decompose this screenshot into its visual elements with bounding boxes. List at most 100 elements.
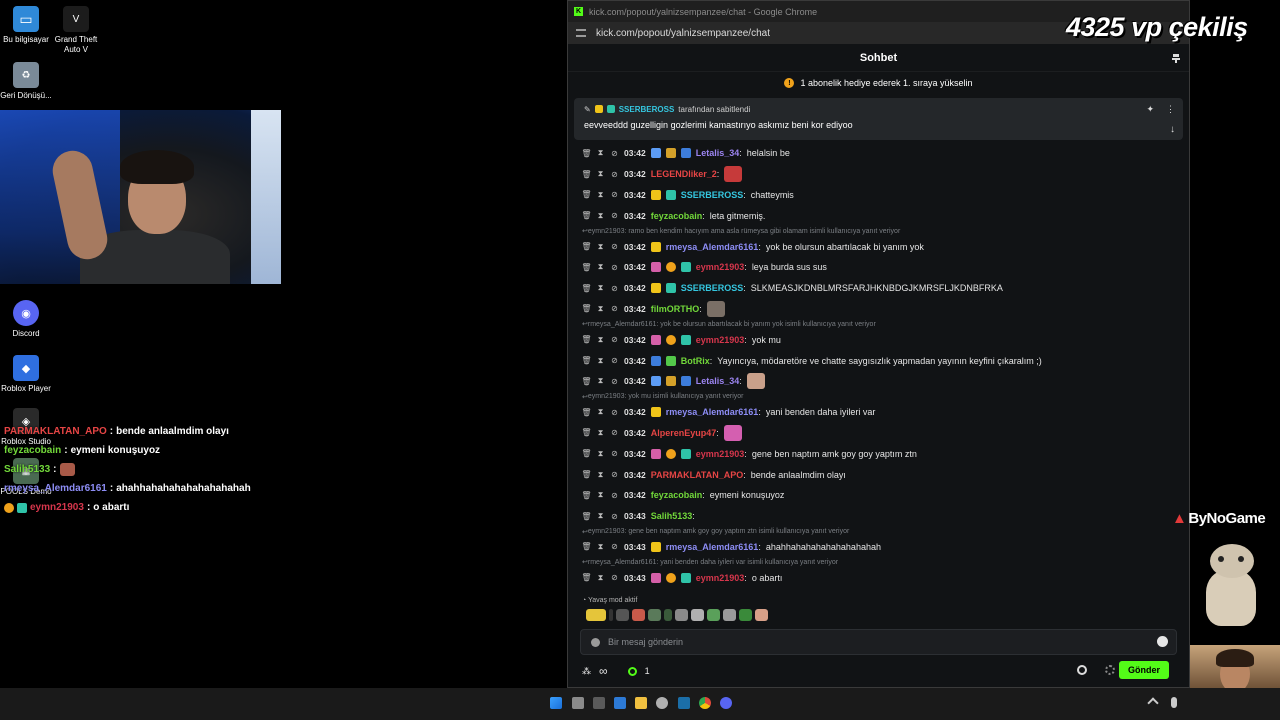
chat-message[interactable]: 🗑 ⧗ ⊘ 03:42 Letalis_34: <box>581 371 1189 392</box>
emote-button[interactable] <box>723 609 736 621</box>
username[interactable]: PARMAKLATAN_APO <box>651 470 744 480</box>
chat-message[interactable]: 🗑 ⧗ ⊘ 03:43 rmeysa_Alemdar6161: ahahhahahahah… <box>581 537 1189 558</box>
chat-message[interactable]: 🗑 ⧗ ⊘ 03:42 eymn21903: yok mu <box>581 329 1189 350</box>
chat-message[interactable]: 🗑 ⧗ ⊘ 03:42 eymn21903: leya burda sus sus <box>581 257 1189 278</box>
username[interactable]: AlperenEyup47 <box>651 428 717 438</box>
chat-message[interactable]: 🗑 ⧗ ⊘ 03:42 SSERBEROSS: SLKMEASJKDNBLMRSFARJH… <box>581 278 1189 299</box>
chat-messages-list[interactable]: 🗑 ⧗ ⊘ 03:42 Letalis_34: helalsin be 🗑 ⧗ ⊘ 03:42 LE… <box>568 143 1189 593</box>
username[interactable]: Letalis_34 <box>696 148 740 158</box>
username[interactable]: SSERBEROSS <box>681 190 744 200</box>
timeout-icon[interactable]: ⧗ <box>596 490 605 500</box>
desktop-icon-gta5[interactable]: V Grand Theft Auto V <box>46 6 106 55</box>
username[interactable]: feyzacobain <box>651 490 703 500</box>
delete-message-icon[interactable]: 🗑 <box>581 170 591 179</box>
discord-taskbar-icon[interactable] <box>720 697 732 709</box>
ban-icon[interactable]: ⊘ <box>610 190 619 199</box>
site-settings-icon[interactable] <box>576 29 586 37</box>
delete-message-icon[interactable]: 🗑 <box>581 542 591 551</box>
delete-message-icon[interactable]: 🗑 <box>581 190 591 199</box>
chat-message[interactable]: 🗑 ⧗ ⊘ 03:42 SSERBEROSS: chatteymis <box>581 185 1189 206</box>
file-explorer-icon[interactable] <box>635 697 647 709</box>
desktop-icon-roblox-player[interactable]: ◆ Roblox Player <box>0 355 56 394</box>
timeout-icon[interactable]: ⧗ <box>596 573 605 582</box>
delete-message-icon[interactable]: 🗑 <box>581 491 591 500</box>
emote-button[interactable] <box>691 609 704 621</box>
ban-icon[interactable]: ⊘ <box>610 470 619 479</box>
ban-icon[interactable]: ⊘ <box>610 284 619 293</box>
pinned-by-username[interactable]: SSERBEROSS <box>619 105 675 114</box>
ban-icon[interactable]: ⊘ <box>610 242 619 251</box>
delete-message-icon[interactable]: 🗑 <box>581 573 591 582</box>
delete-message-icon[interactable]: 🗑 <box>581 408 591 417</box>
ban-icon[interactable]: ⊘ <box>610 449 619 458</box>
app-icon[interactable] <box>656 697 668 709</box>
emote-button[interactable] <box>586 609 606 621</box>
send-button[interactable]: Gönder <box>1118 661 1169 679</box>
ban-icon[interactable]: ⊘ <box>610 263 619 272</box>
settings-gear-icon[interactable] <box>1077 665 1087 675</box>
timeout-icon[interactable]: ⧗ <box>596 470 605 479</box>
delete-message-icon[interactable]: 🗑 <box>581 304 591 313</box>
chat-menu-icon[interactable] <box>1171 53 1181 63</box>
delete-message-icon[interactable]: 🗑 <box>581 335 591 344</box>
ban-icon[interactable]: ⊘ <box>610 304 619 313</box>
timeout-icon[interactable]: ⧗ <box>596 190 605 199</box>
tray-chevron-icon[interactable] <box>1147 697 1159 709</box>
timeout-icon[interactable]: ⧗ <box>596 449 605 458</box>
ban-icon[interactable]: ⊘ <box>610 356 619 365</box>
ban-icon[interactable]: ⊘ <box>610 170 619 179</box>
microphone-icon[interactable] <box>1171 697 1177 708</box>
timeout-icon[interactable]: ⧗ <box>596 511 605 521</box>
timeout-icon[interactable]: ⧗ <box>596 356 605 365</box>
expand-pinned-icon[interactable]: ↓ <box>1170 124 1175 135</box>
delete-message-icon[interactable]: 🗑 <box>581 242 591 251</box>
chat-message[interactable]: 🗑 ⧗ ⊘ 03:42 feyzacobain: eymeni konuşuyoz <box>581 485 1189 506</box>
chat-message[interactable]: 🗑 ⧗ ⊘ 03:42 eymn21903: gene ben naptım amk go… <box>581 443 1189 464</box>
share-icon[interactable]: ⁂ <box>582 666 591 677</box>
chat-message[interactable]: 🗑 ⧗ ⊘ 03:42 filmORTHO: <box>581 299 1189 320</box>
timeout-icon[interactable]: ⧗ <box>596 428 605 437</box>
chat-message[interactable]: 🗑 ⧗ ⊘ 03:42 BotRix: Yayıncıya, mödaretöre ve … <box>581 350 1189 371</box>
chat-message[interactable]: 🗑 ⧗ ⊘ 03:42 AlperenEyup47: <box>581 423 1189 444</box>
timeout-icon[interactable]: ⧗ <box>596 211 605 220</box>
username[interactable]: LEGENDliker_2 <box>651 169 717 179</box>
timeout-icon[interactable]: ⧗ <box>596 283 605 293</box>
delete-message-icon[interactable]: 🗑 <box>581 211 591 220</box>
ban-icon[interactable]: ⊘ <box>610 377 619 386</box>
timeout-icon[interactable]: ⧗ <box>596 262 605 272</box>
desktop-icon-discord[interactable]: ◉ Discord <box>0 300 56 339</box>
ban-icon[interactable]: ⊘ <box>610 491 619 500</box>
timeout-icon[interactable]: ⧗ <box>596 542 605 551</box>
username[interactable]: BotRix <box>681 356 710 366</box>
ban-icon[interactable]: ⊘ <box>610 542 619 551</box>
username[interactable]: eymn21903 <box>696 449 745 459</box>
task-view-icon[interactable] <box>572 697 584 709</box>
username[interactable]: Letalis_34 <box>696 376 740 386</box>
delete-message-icon[interactable]: 🗑 <box>581 284 591 293</box>
chrome-icon[interactable] <box>699 697 711 709</box>
subscription-gift-banner[interactable]: ! 1 abonelik hediye ederek 1. sıraya yük… <box>568 72 1189 94</box>
username[interactable]: rmeysa_Alemdar6161 <box>666 407 759 417</box>
chat-message[interactable]: 🗑 ⧗ ⊘ 03:43 Salih5133: <box>581 506 1189 527</box>
username[interactable]: feyzacobain <box>651 211 703 221</box>
chat-message[interactable]: 🗑 ⧗ ⊘ 03:43 eymn21903: o abartı <box>581 567 1189 588</box>
emote-button[interactable] <box>632 609 645 621</box>
delete-message-icon[interactable]: 🗑 <box>581 356 591 365</box>
username[interactable]: Salih5133 <box>651 511 693 521</box>
unpin-icon[interactable]: ✦ <box>1146 104 1154 115</box>
ban-icon[interactable]: ⊘ <box>610 573 619 582</box>
emoji-picker-icon[interactable] <box>1157 636 1168 647</box>
steam-icon[interactable] <box>678 697 690 709</box>
ban-icon[interactable]: ⊘ <box>610 211 619 220</box>
timeout-icon[interactable]: ⧗ <box>596 335 605 344</box>
chat-message[interactable]: 🗑 ⧗ ⊘ 03:42 LEGENDliker_2: <box>581 164 1189 185</box>
emote-button[interactable] <box>707 609 720 621</box>
username[interactable]: eymn21903 <box>696 573 745 583</box>
ban-icon[interactable]: ⊘ <box>610 428 619 437</box>
timeout-icon[interactable]: ⧗ <box>596 148 605 158</box>
delete-message-icon[interactable]: 🗑 <box>581 377 591 386</box>
emote-button[interactable] <box>755 609 768 621</box>
emote-button[interactable] <box>664 609 672 621</box>
message-input[interactable]: Bir mesaj gönderin <box>580 629 1177 655</box>
timeout-icon[interactable]: ⧗ <box>596 169 605 179</box>
